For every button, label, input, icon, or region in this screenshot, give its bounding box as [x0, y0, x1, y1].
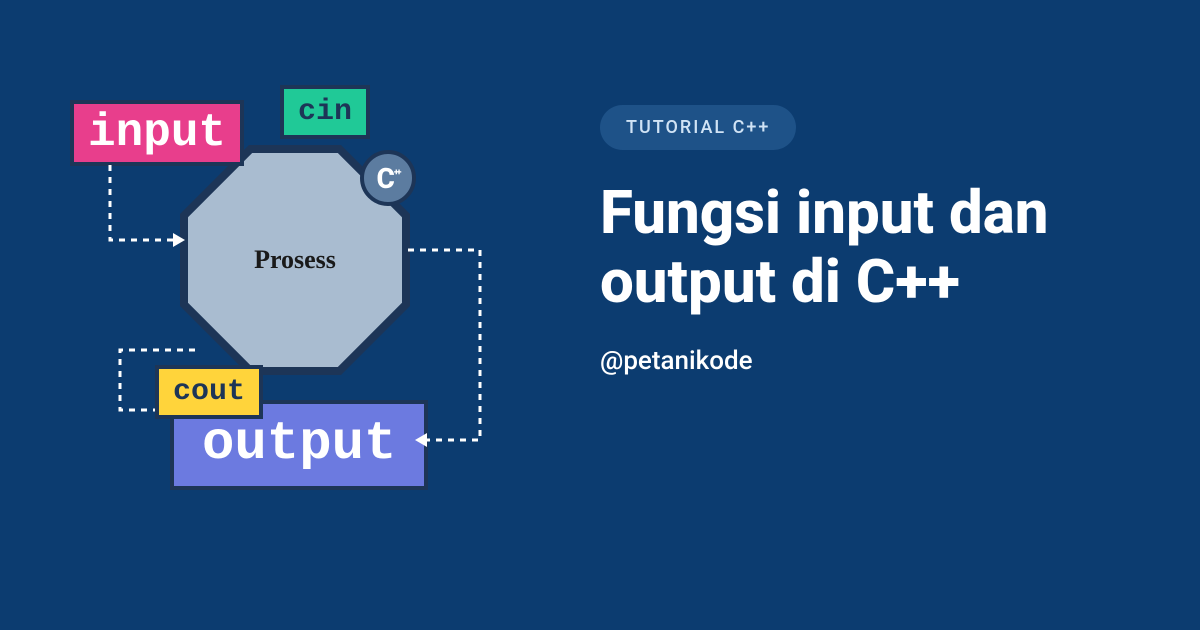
cpp-badge-plus: ++ [394, 170, 400, 177]
category-label: TUTORIAL C++ [626, 117, 770, 138]
process-label: Prosess [254, 245, 336, 275]
content-pane: TUTORIAL C++ Fungsi input dan output di … [600, 105, 1150, 376]
cpp-badge-icon: C++ [360, 150, 416, 206]
cout-box: cout [155, 365, 263, 419]
input-box: input [70, 100, 244, 166]
output-label: output [202, 414, 396, 475]
page-title: Fungsi input dan output di C++ [600, 178, 1150, 316]
input-label: input [88, 107, 226, 159]
cin-box: cin [280, 85, 370, 139]
io-diagram: Prosess C++ input cin output cout [70, 80, 530, 550]
category-pill: TUTORIAL C++ [600, 105, 796, 150]
cpp-badge-c: C [376, 162, 392, 195]
cin-label: cin [298, 95, 352, 129]
arrow-process-to-output-right [400, 240, 510, 480]
author-handle: @petanikode [600, 346, 1150, 376]
arrow-input-to-process [95, 165, 215, 285]
cout-label: cout [173, 375, 245, 409]
